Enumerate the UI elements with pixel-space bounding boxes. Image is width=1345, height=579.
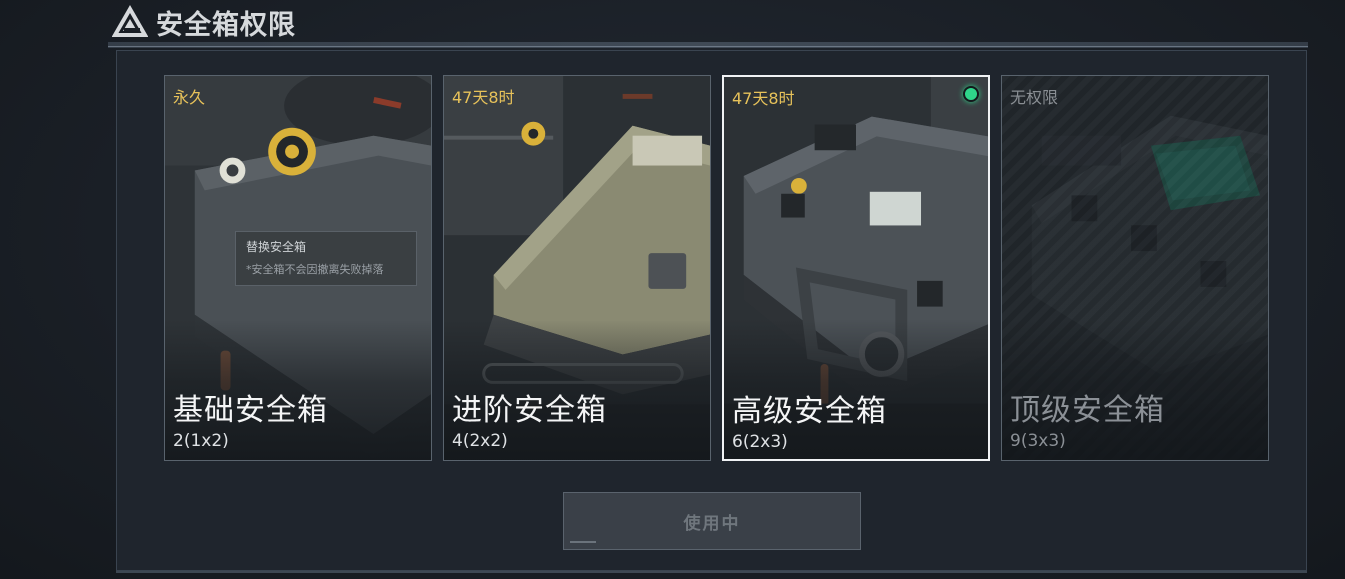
safe-box-card-top[interactable]: 无权限 顶级安全箱 9(3x3) — [1001, 75, 1269, 461]
header-divider-line — [108, 46, 1308, 47]
card-name: 进阶安全箱 — [452, 393, 607, 428]
in-use-button-label: 使用中 — [683, 513, 741, 534]
card-duration-tag: 47天8时 — [452, 88, 515, 107]
page-header: 安全箱权限 — [112, 0, 1312, 44]
card-duration-tag: 无权限 — [1010, 88, 1059, 107]
panel-bottom-border — [116, 571, 1307, 573]
safe-box-card-premium[interactable]: 47天8时 高级安全箱 6(2x3) — [722, 75, 990, 461]
card-capacity: 9(3x3) — [1010, 431, 1066, 451]
page-title: 安全箱权限 — [156, 9, 296, 41]
card-duration-tag: 永久 — [173, 88, 206, 107]
tooltip-title: 替换安全箱 — [246, 240, 307, 254]
header-divider — [108, 42, 1308, 48]
in-use-button[interactable]: 使用中 — [563, 492, 861, 550]
card-name: 顶级安全箱 — [1010, 393, 1165, 428]
active-dot-icon — [963, 86, 979, 102]
card-capacity: 6(2x3) — [732, 432, 788, 452]
card-name: 基础安全箱 — [173, 393, 328, 428]
card-capacity: 4(2x2) — [452, 431, 508, 451]
replace-safe-box-tooltip: 替换安全箱 *安全箱不会因撤离失败掉落 — [235, 231, 417, 286]
card-name: 高级安全箱 — [732, 394, 887, 429]
tooltip-note: *安全箱不会因撤离失败掉落 — [246, 263, 384, 276]
button-corner-mark — [570, 541, 596, 543]
safe-box-card-advanced[interactable]: 47天8时 进阶安全箱 4(2x2) — [443, 75, 711, 461]
safe-box-card-basic[interactable]: 替换安全箱 *安全箱不会因撤离失败掉落 永久 基础安全箱 2(1x2) — [164, 75, 432, 461]
card-capacity: 2(1x2) — [173, 431, 229, 451]
card-duration-tag: 47天8时 — [732, 89, 795, 108]
triangle-logo-icon — [112, 4, 148, 37]
